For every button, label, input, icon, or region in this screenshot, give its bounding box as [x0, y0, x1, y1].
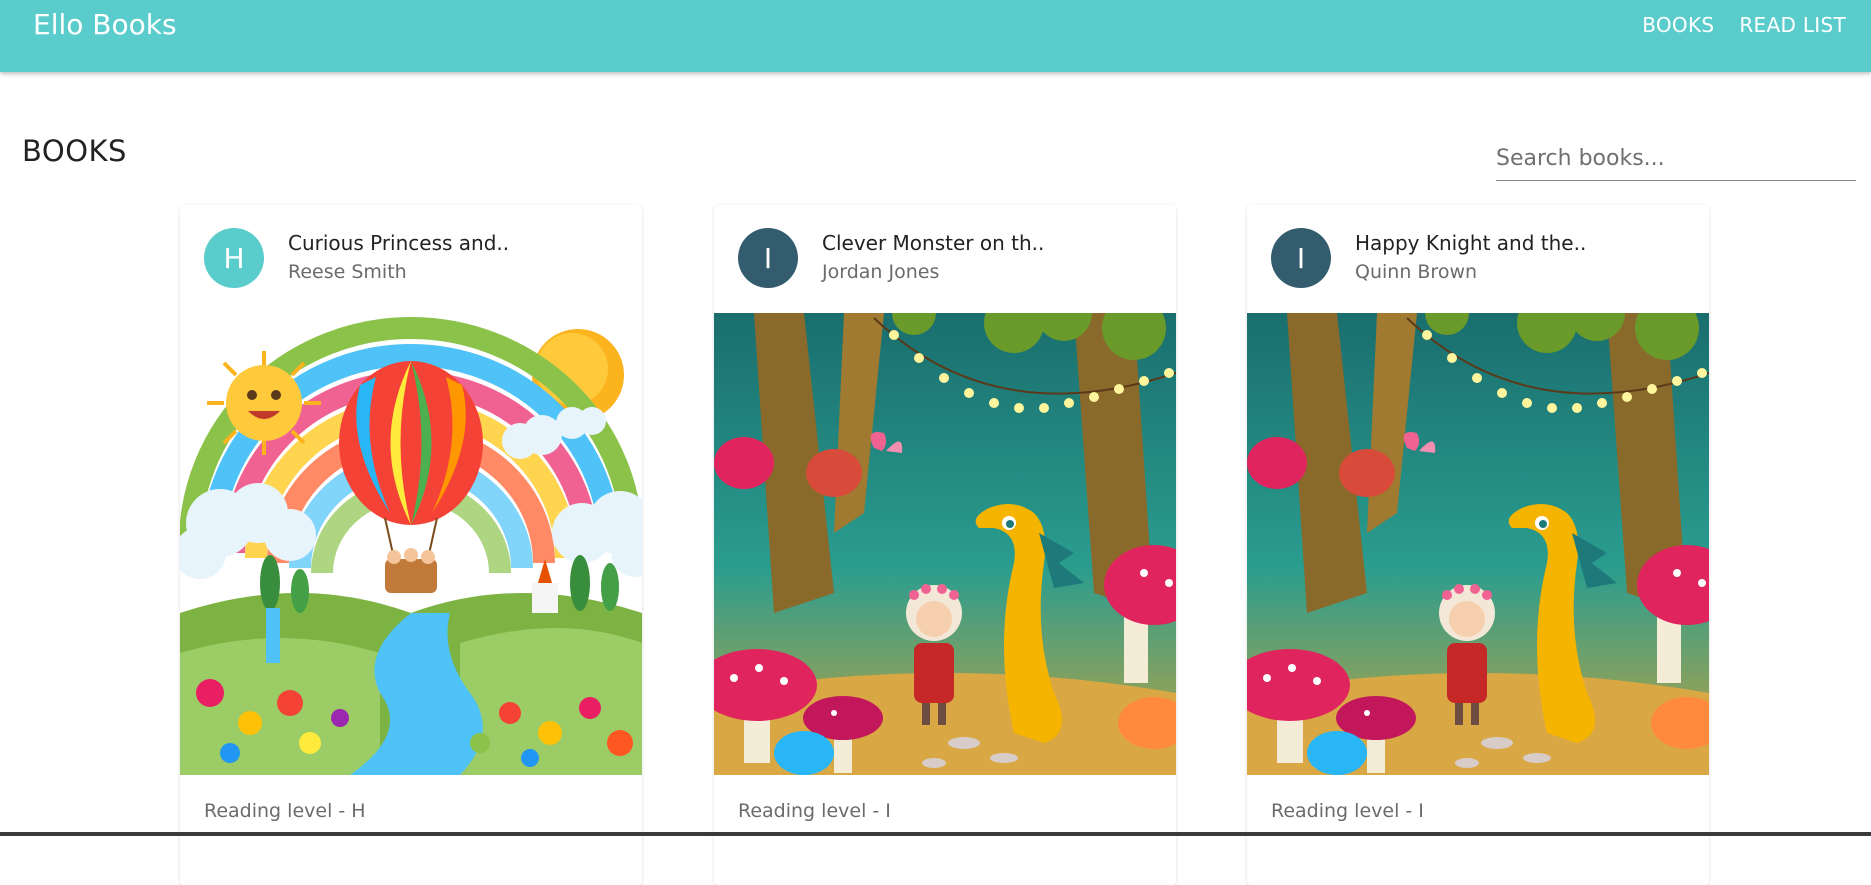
avatar: I [1271, 228, 1331, 288]
book-cover-image [1247, 313, 1709, 775]
book-card[interactable]: I Clever Monster on th.. Jordan Jones Re… [714, 205, 1176, 885]
forest-dragon-illustration [1247, 313, 1709, 775]
book-card[interactable]: H Curious Princess and.. Reese Smith Rea… [180, 205, 642, 885]
nav-link-read-list[interactable]: READ LIST [1739, 13, 1846, 37]
search-input[interactable] [1496, 136, 1856, 180]
card-header: I Clever Monster on th.. Jordan Jones [714, 205, 1176, 313]
app-bar: Ello Books BOOKS READ LIST [0, 0, 1871, 72]
book-cover-image [714, 313, 1176, 775]
reading-level: Reading level - I [738, 800, 891, 822]
avatar: I [738, 228, 798, 288]
reading-level: Reading level - H [204, 800, 366, 822]
search-field [1496, 136, 1856, 181]
nav-link-books[interactable]: BOOKS [1642, 13, 1714, 37]
window-bottom-edge [0, 832, 1871, 836]
book-title: Happy Knight and the.. [1355, 231, 1587, 255]
top-nav: BOOKS READ LIST [1642, 13, 1846, 37]
card-header: I Happy Knight and the.. Quinn Brown [1247, 205, 1709, 313]
forest-dragon-illustration [714, 313, 1176, 775]
page-title: BOOKS [22, 134, 127, 168]
book-author: Reese Smith [288, 261, 407, 283]
book-title: Curious Princess and.. [288, 231, 510, 255]
rainbow-balloon-illustration [180, 313, 642, 775]
avatar: H [204, 228, 264, 288]
reading-level: Reading level - I [1271, 800, 1424, 822]
book-title: Clever Monster on th.. [822, 231, 1045, 255]
book-card[interactable]: I Happy Knight and the.. Quinn Brown Rea… [1247, 205, 1709, 885]
card-header: H Curious Princess and.. Reese Smith [180, 205, 642, 313]
brand-logo-text[interactable]: Ello Books [33, 8, 177, 41]
book-author: Jordan Jones [822, 261, 940, 283]
book-cover-image [180, 313, 642, 775]
book-author: Quinn Brown [1355, 261, 1478, 283]
